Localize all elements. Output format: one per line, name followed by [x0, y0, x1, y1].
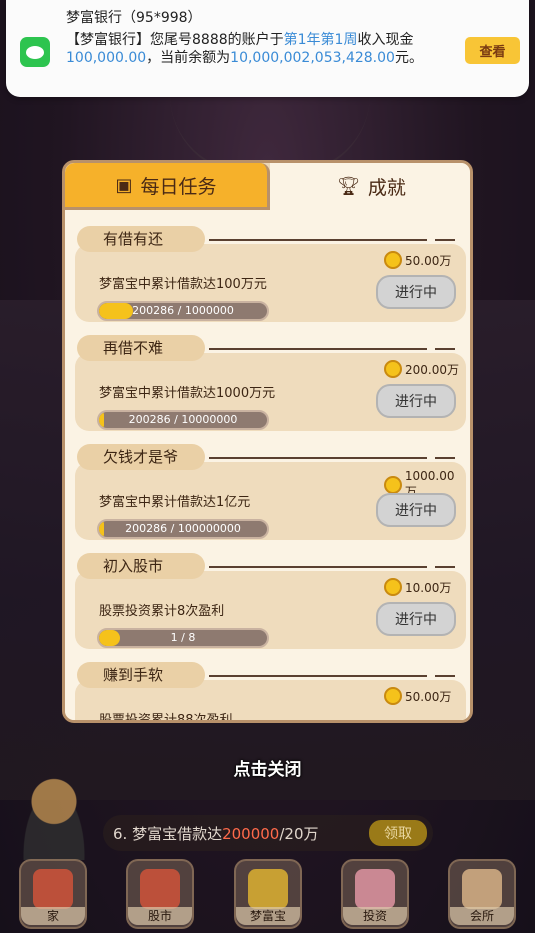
achievement-desc: 股票投资累计8次盈利 — [99, 604, 225, 619]
in-progress-button[interactable]: 进行中 — [376, 602, 456, 636]
coin-icon — [384, 578, 402, 596]
coin-icon — [384, 360, 402, 378]
in-progress-button[interactable]: 进行中 — [376, 384, 456, 418]
progress-text: 200286 / 10000000 — [128, 413, 238, 426]
sms-notification[interactable]: 梦富银行（95*998） 【梦富银行】您尾号8888的账户于第1年第1周收入现金… — [6, 0, 529, 97]
achievement-title: 赚到手软 — [77, 662, 205, 688]
nav-item-piggy-bank[interactable]: 投资 — [341, 859, 409, 929]
in-progress-button[interactable]: 进行中 — [376, 275, 456, 309]
achievement-title: 有借有还 — [77, 226, 205, 252]
progress-text: 1 / 8 — [170, 631, 196, 644]
achievement-item: 赚到手软 股票投资累计88次盈利 50.00万 — [75, 662, 466, 720]
progress-text: 200286 / 1000000 — [132, 304, 234, 317]
nav-item-treasure[interactable]: 梦富宝 — [234, 859, 302, 929]
notification-sender: 梦富银行（95*998） — [66, 10, 202, 26]
divider-line — [209, 239, 427, 241]
achievement-desc: 股票投资累计88次盈利 — [99, 709, 233, 720]
achievement-panel: ▣ 每日任务 🏆︎ 成就 有借有还 梦富宝中累计借款达100万元 50.00万 … — [62, 160, 473, 723]
divider-line — [209, 457, 427, 459]
handshake-icon — [462, 869, 502, 909]
achievement-desc: 梦富宝中累计借款达100万元 — [99, 277, 267, 292]
divider-line — [209, 675, 427, 677]
nav-label: 股市 — [128, 907, 192, 925]
tab-daily-label: 每日任务 — [140, 175, 217, 198]
tab-achievement-label: 成就 — [367, 177, 406, 199]
in-progress-button[interactable]: 进行中 — [376, 493, 456, 527]
treasure-icon — [248, 869, 288, 909]
achievement-item: 有借有还 梦富宝中累计借款达100万元 50.00万 200286 / 1000… — [75, 226, 466, 324]
tab-achievements[interactable]: 🏆︎ 成就 — [270, 163, 470, 210]
nav-item-handshake[interactable]: 会所 — [448, 859, 516, 929]
notification-body: 【梦富银行】您尾号8888的账户于第1年第1周收入现金100,000.00，当前… — [66, 32, 423, 66]
nav-label: 投资 — [343, 907, 407, 925]
nav-item-house[interactable]: 家 — [19, 859, 87, 929]
claim-button[interactable]: 领取 — [369, 820, 427, 846]
bottom-nav: 家 股市 梦富宝 投资 会所 — [0, 857, 535, 933]
progress-text: 200286 / 100000000 — [125, 522, 241, 535]
achievement-title: 再借不难 — [77, 335, 205, 361]
progress-bar: 1 / 8 — [97, 628, 269, 648]
tab-daily-tasks[interactable]: ▣ 每日任务 — [65, 163, 270, 210]
divider-line — [209, 348, 427, 350]
achievement-desc: 梦富宝中累计借款达1000万元 — [99, 386, 276, 401]
coin-icon — [384, 687, 402, 705]
coin-icon — [384, 475, 402, 494]
reward-amount: 50.00万 — [405, 253, 452, 268]
piggy-bank-icon — [355, 869, 395, 909]
progress-bar: 200286 / 1000000 — [97, 301, 269, 321]
task-book-icon: ▣ — [115, 174, 133, 196]
achievement-list[interactable]: 有借有还 梦富宝中累计借款达100万元 50.00万 200286 / 1000… — [65, 210, 470, 720]
reward-amount: 50.00万 — [405, 689, 452, 704]
reward-amount: 10.00万 — [405, 580, 452, 595]
reward: 50.00万 — [384, 251, 451, 269]
nav-label: 家 — [21, 907, 85, 925]
trophy-icon: 🏆︎ — [337, 176, 360, 197]
player-avatar[interactable] — [14, 770, 94, 860]
divider-line-short — [435, 239, 455, 241]
nav-item-stock-chart[interactable]: 股市 — [126, 859, 194, 929]
stock-chart-icon — [140, 869, 180, 909]
reward: 50.00万 — [384, 687, 451, 705]
achievement-item: 欠钱才是爷 梦富宝中累计借款达1亿元 1000.00万 200286 / 100… — [75, 444, 466, 542]
coin-icon — [384, 251, 402, 269]
nav-label: 梦富宝 — [236, 907, 300, 925]
house-icon — [33, 869, 73, 909]
quest-bar: 6. 梦富宝借款达200000/20万 领取 — [103, 815, 433, 851]
progress-bar: 200286 / 10000000 — [97, 410, 269, 430]
quest-text: 6. 梦富宝借款达200000/20万 — [113, 825, 319, 843]
view-button[interactable]: 查看 — [465, 37, 520, 64]
achievement-item: 初入股市 股票投资累计8次盈利 10.00万 1 / 8 进行中 — [75, 553, 466, 651]
divider-line-short — [435, 675, 455, 677]
achievement-item: 再借不难 梦富宝中累计借款达1000万元 200.00万 200286 / 10… — [75, 335, 466, 433]
reward: 200.00万 — [384, 360, 459, 378]
achievement-title: 初入股市 — [77, 553, 205, 579]
achievement-title: 欠钱才是爷 — [77, 444, 205, 470]
progress-bar: 200286 / 100000000 — [97, 519, 269, 539]
divider-line-short — [435, 566, 455, 568]
divider-line-short — [435, 348, 455, 350]
nav-label: 会所 — [450, 907, 514, 925]
reward: 10.00万 — [384, 578, 451, 596]
reward-amount: 200.00万 — [405, 362, 459, 377]
message-icon — [20, 37, 50, 67]
divider-line — [209, 566, 427, 568]
divider-line-short — [435, 457, 455, 459]
achievement-desc: 梦富宝中累计借款达1亿元 — [99, 495, 251, 510]
